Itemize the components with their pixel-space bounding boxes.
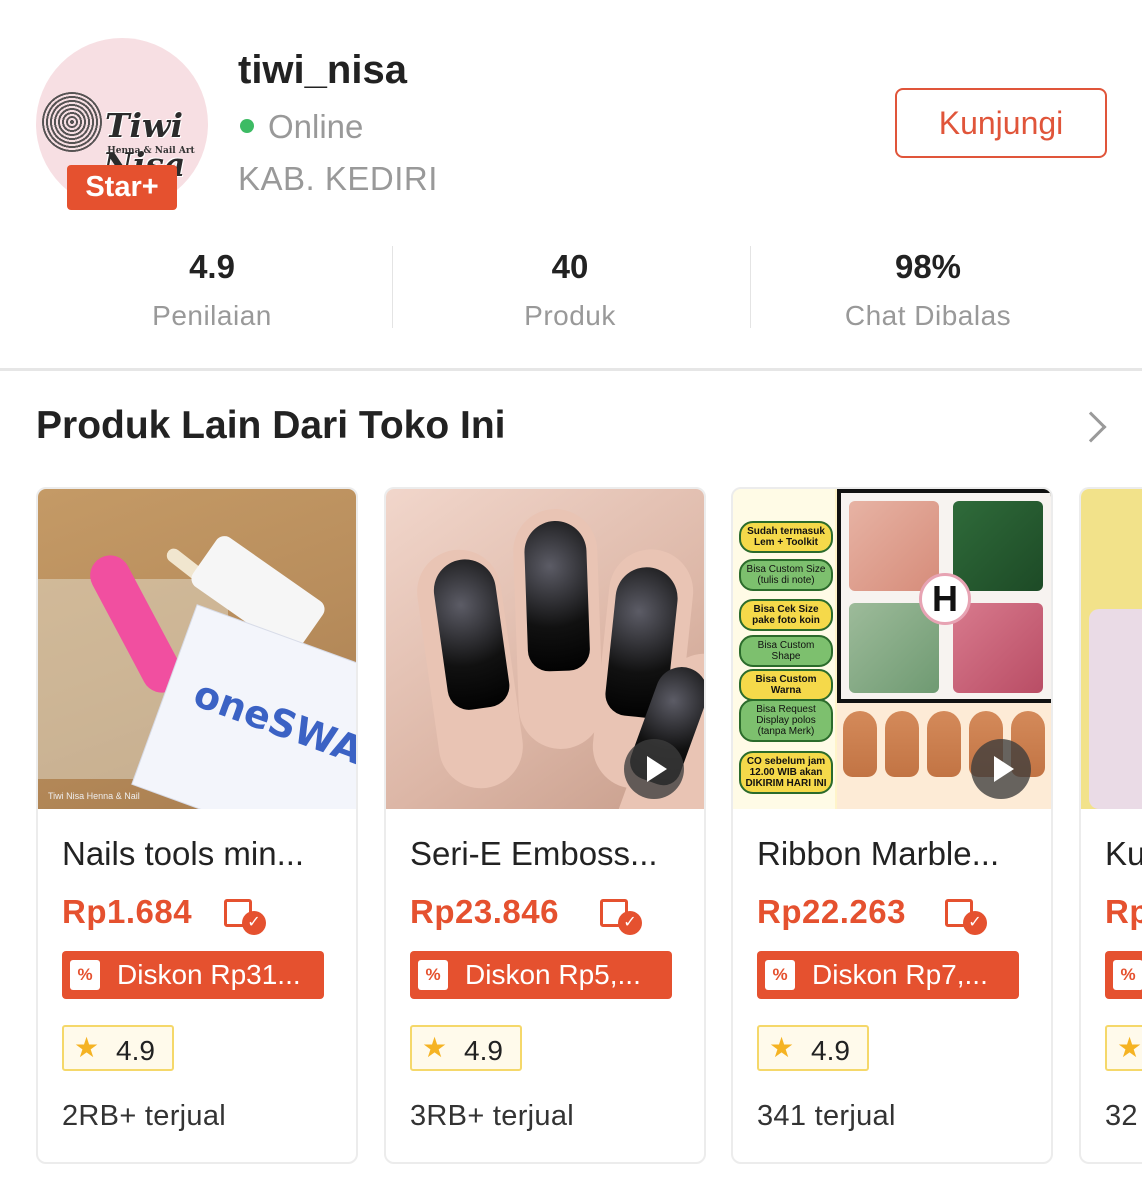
sold-count: 3RB+ terjual [410, 1100, 574, 1132]
star-icon: ★ [1117, 1032, 1142, 1063]
nail-set-swatch [953, 603, 1043, 693]
rating-value: 4.9 [464, 1035, 503, 1066]
feature-pill: Bisa Custom Shape [739, 635, 833, 667]
online-status-icon [240, 119, 254, 133]
feature-list: Sudah termasuk Lem + Toolkit Bisa Custom… [733, 489, 835, 809]
section-title: Produk Lain Dari Toko Ini [36, 404, 506, 447]
star-plus-badge: Star+ [67, 165, 177, 210]
rating-value: 4.9 [116, 1035, 155, 1066]
discount-tag: % [1105, 951, 1142, 999]
product-name: Ku [1105, 835, 1142, 872]
stat-label: Penilaian [152, 300, 272, 331]
nail-design [523, 519, 591, 673]
shop-name[interactable]: tiwi_nisa [238, 48, 407, 93]
sold-count: 341 terjual [757, 1100, 896, 1132]
product-name: Nails tools min... [62, 835, 305, 872]
discount-text: Diskon Rp7,... [812, 959, 988, 990]
nail-shape [843, 711, 877, 777]
discount-tag: % Diskon Rp31... [62, 951, 324, 999]
visit-shop-button[interactable]: Kunjungi [895, 88, 1107, 158]
rating-badge: ★ [1105, 1025, 1142, 1071]
feature-pill: Bisa Request Display polos (tanpa Merk) [739, 699, 833, 742]
discount-text: Diskon Rp5,... [465, 959, 641, 990]
stat-value: 4.9 [189, 248, 235, 285]
product-price: Rp1.684 [62, 893, 193, 930]
product-price: Rp [1105, 893, 1142, 930]
rating-badge: ★ 4.9 [757, 1025, 869, 1071]
product-name: Ribbon Marble... [757, 835, 1000, 872]
product-price: Rp22.263 [757, 893, 906, 930]
product-photo-detail [1089, 609, 1142, 809]
nail-set-collage: H [837, 489, 1051, 703]
discount-percent-icon: % [418, 960, 448, 990]
rating-value: 4.9 [811, 1035, 850, 1066]
feature-pill: Sudah termasuk Lem + Toolkit [739, 521, 833, 553]
discount-tag: % Diskon Rp7,... [757, 951, 1019, 999]
feature-pill: Bisa Cek Size pake foto koin [739, 599, 833, 631]
product-card[interactable]: Ku Rp % ★ 32 [1079, 487, 1142, 1164]
stat-rating: 4.9 Penilaian [33, 240, 391, 332]
stat-value: 98% [894, 248, 962, 285]
discount-text: Diskon Rp31... [117, 959, 301, 990]
section-divider [0, 368, 1142, 371]
shop-logo-subtext: Henna & Nail Art [107, 146, 195, 156]
voucher-check-icon: ✓ [598, 895, 644, 935]
stat-label: Chat Dibalas [844, 300, 1012, 331]
image-watermark: Tiwi Nisa Henna & Nail [48, 791, 140, 801]
feature-pill: Bisa Custom Size (tulis di note) [739, 559, 833, 591]
discount-percent-icon: % [1113, 960, 1142, 990]
stat-chat-response: 98% Chat Dibalas [749, 240, 1107, 332]
product-name: Seri-E Emboss... [410, 835, 658, 872]
shop-location: KAB. KEDIRI [238, 160, 438, 197]
online-status: Online [268, 108, 364, 145]
discount-tag: % Diskon Rp5,... [410, 951, 672, 999]
play-video-icon[interactable] [971, 739, 1031, 799]
collage-badge: H [919, 573, 971, 625]
product-image: Sudah termasuk Lem + Toolkit Bisa Custom… [733, 489, 1051, 809]
feature-pill: CO sebelum jam 12.00 WIB akan DIKIRIM HA… [739, 751, 833, 794]
stat-label: Produk [524, 300, 616, 331]
nail-set-swatch [849, 501, 939, 591]
discount-percent-icon: % [70, 960, 100, 990]
star-icon: ★ [769, 1032, 795, 1063]
chevron-right-icon[interactable] [1075, 411, 1107, 443]
nail-shape [927, 711, 961, 777]
product-image [386, 489, 704, 809]
rating-badge: ★ 4.9 [410, 1025, 522, 1071]
sold-count: 2RB+ terjual [62, 1100, 226, 1132]
voucher-check-icon: ✓ [222, 895, 268, 935]
star-icon: ★ [422, 1032, 448, 1063]
voucher-check-icon: ✓ [943, 895, 989, 935]
product-card[interactable]: Sudah termasuk Lem + Toolkit Bisa Custom… [731, 487, 1053, 1164]
stat-products: 40 Produk [391, 240, 749, 332]
product-card[interactable]: oneSWABS Tiwi Nisa Henna & Nail Nails to… [36, 487, 358, 1164]
rating-badge: ★ 4.9 [62, 1025, 174, 1071]
swab-brand: oneSWABS [188, 671, 356, 793]
star-icon: ★ [74, 1032, 100, 1063]
product-price: Rp23.846 [410, 893, 559, 930]
discount-percent-icon: % [765, 960, 795, 990]
product-card[interactable]: Seri-E Emboss... Rp23.846 ✓ % Diskon Rp5… [384, 487, 706, 1164]
play-video-icon[interactable] [624, 739, 684, 799]
product-image: oneSWABS Tiwi Nisa Henna & Nail [38, 489, 356, 809]
product-image [1081, 489, 1142, 809]
shop-header: Tiwi Nisa Henna & Nail Art Star+ tiwi_ni… [0, 0, 1142, 370]
feature-pill: Bisa Custom Warna [739, 669, 833, 701]
nail-shape [885, 711, 919, 777]
stat-value: 40 [551, 248, 589, 285]
sold-count: 32 [1105, 1100, 1138, 1132]
shop-stats: 4.9 Penilaian 40 Produk 98% Chat Dibalas [0, 240, 1142, 332]
nail-set-swatch [953, 501, 1043, 591]
